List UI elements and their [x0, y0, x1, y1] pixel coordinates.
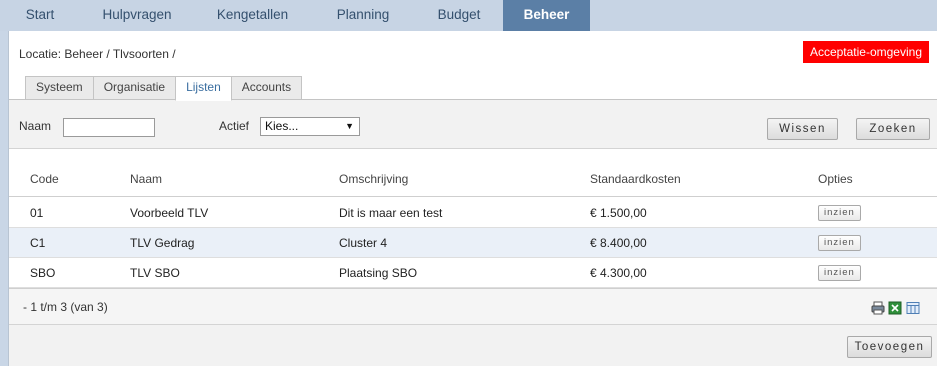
- nav-item-budget[interactable]: Budget: [415, 0, 503, 31]
- pagination-info: - 1 t/m 3 (van 3): [23, 300, 108, 314]
- tab-systeem[interactable]: Systeem: [25, 76, 94, 99]
- cell-omschrijving: Plaatsing SBO: [339, 266, 418, 280]
- cell-standaardkosten: € 4.300,00: [590, 266, 647, 280]
- name-filter-label: Naam: [19, 119, 52, 133]
- column-header-omschrijving[interactable]: Omschrijving: [339, 161, 408, 197]
- view-button[interactable]: inzien: [818, 265, 861, 281]
- nav-item-hulpvragen[interactable]: Hulpvragen: [80, 0, 194, 31]
- clear-button[interactable]: Wissen: [767, 118, 838, 140]
- name-filter-input[interactable]: [63, 118, 155, 137]
- table-row: 01 Voorbeeld TLV Dit is maar een test € …: [9, 198, 937, 228]
- add-button[interactable]: Toevoegen: [847, 336, 932, 358]
- print-icon[interactable]: [871, 301, 885, 315]
- breadcrumb-prefix: Locatie:: [19, 47, 62, 61]
- column-header-standaardkosten[interactable]: Standaardkosten: [590, 161, 681, 197]
- nav-item-beheer[interactable]: Beheer: [503, 0, 590, 31]
- filter-bar: Naam Actief Kies... ▼ Wissen Zoeken: [9, 99, 937, 149]
- cell-naam: Voorbeeld TLV: [130, 206, 209, 220]
- column-header-opties: Opties: [818, 172, 853, 186]
- table-footer: - 1 t/m 3 (van 3): [9, 288, 937, 325]
- column-header-naam[interactable]: Naam: [130, 161, 162, 197]
- cell-standaardkosten: € 1.500,00: [590, 206, 647, 220]
- cell-omschrijving: Cluster 4: [339, 236, 388, 250]
- column-settings-icon[interactable]: [906, 301, 920, 315]
- tab-bar: Systeem Organisatie Lijsten Accounts: [25, 76, 303, 101]
- cell-code: C1: [30, 236, 46, 250]
- view-button[interactable]: inzien: [818, 235, 861, 251]
- tab-organisatie[interactable]: Organisatie: [92, 76, 177, 99]
- table-header-row: Code Naam Omschrijving Standaardkosten O…: [9, 161, 937, 197]
- action-bar: Toevoegen: [9, 325, 937, 366]
- tab-lijsten[interactable]: Lijsten: [175, 76, 232, 101]
- active-filter-label: Actief: [219, 119, 250, 133]
- chevron-down-icon: ▼: [345, 121, 354, 131]
- cell-code: SBO: [30, 266, 56, 280]
- cell-standaardkosten: € 8.400,00: [590, 236, 647, 250]
- breadcrumb: Locatie: Beheer / Tlvsoorten /: [19, 47, 176, 61]
- environment-badge: Acceptatie-omgeving: [802, 41, 929, 63]
- search-button[interactable]: Zoeken: [856, 118, 930, 140]
- nav-item-kengetallen[interactable]: Kengetallen: [194, 0, 311, 31]
- breadcrumb-path: Beheer / Tlvsoorten /: [64, 47, 176, 61]
- active-filter-value: Kies...: [265, 119, 299, 133]
- cell-omschrijving: Dit is maar een test: [339, 206, 443, 220]
- table-row: C1 TLV Gedrag Cluster 4 € 8.400,00 inzie…: [9, 228, 937, 258]
- excel-export-icon[interactable]: [888, 301, 902, 315]
- cell-code: 01: [30, 206, 44, 220]
- cell-naam: TLV Gedrag: [130, 236, 195, 250]
- active-filter-select[interactable]: Kies... ▼: [260, 117, 360, 136]
- view-button[interactable]: inzien: [818, 205, 861, 221]
- cell-naam: TLV SBO: [130, 266, 180, 280]
- content-panel: Locatie: Beheer / Tlvsoorten / Acceptati…: [8, 31, 937, 366]
- main-navigation: Start Hulpvragen Kengetallen Planning Bu…: [0, 0, 937, 31]
- nav-item-planning[interactable]: Planning: [311, 0, 415, 31]
- table-row: SBO TLV SBO Plaatsing SBO € 4.300,00 inz…: [9, 258, 937, 288]
- tab-accounts[interactable]: Accounts: [230, 76, 303, 99]
- column-header-code[interactable]: Code: [30, 161, 59, 197]
- nav-item-start[interactable]: Start: [0, 0, 80, 31]
